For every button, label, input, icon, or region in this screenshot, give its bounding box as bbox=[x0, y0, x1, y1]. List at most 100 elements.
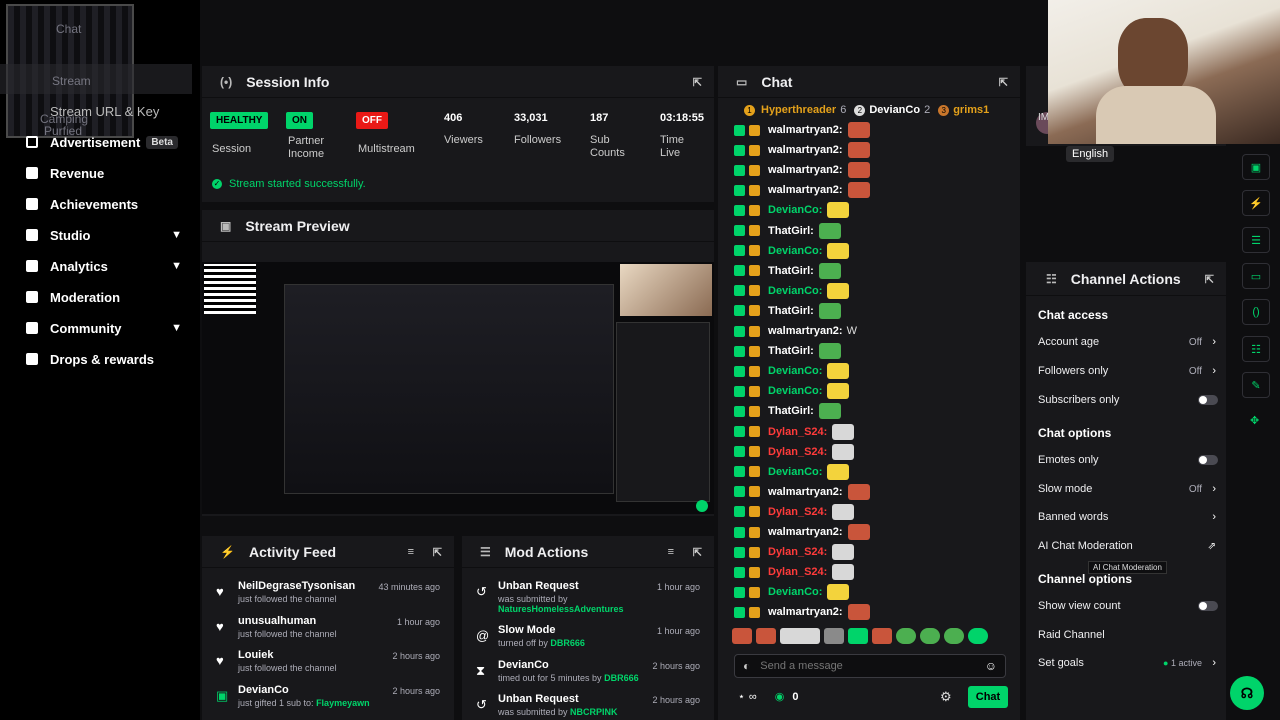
emote-icon[interactable] bbox=[780, 628, 820, 644]
chat-message[interactable]: Dylan_S24: bbox=[734, 442, 855, 462]
rail-preview-button[interactable]: ▣ bbox=[1242, 154, 1270, 180]
list-item[interactable]: ▣ DevianCo just gifted 1 sub to: Flaymey… bbox=[202, 682, 454, 716]
chat-username[interactable]: walmartryan2: bbox=[768, 164, 843, 176]
mod-target[interactable]: NBCRPINK bbox=[570, 707, 618, 717]
popout-icon[interactable]: ⇱ bbox=[1205, 273, 1214, 286]
sidebar-item-advertisement[interactable]: Advertisement Beta bbox=[0, 128, 200, 156]
chat-message[interactable]: DevianCo: bbox=[734, 281, 850, 301]
sidebar-item-community[interactable]: Community ▼ bbox=[0, 314, 200, 342]
chat-message[interactable]: walmartryan2: W bbox=[734, 321, 857, 341]
sidebar-item-achievements[interactable]: Achievements bbox=[0, 190, 200, 218]
emote-icon[interactable] bbox=[732, 628, 752, 644]
popout-icon[interactable]: ⇱ bbox=[693, 546, 702, 559]
chat-message[interactable]: ThatGirl: bbox=[734, 301, 841, 321]
rail-session-button[interactable]: () bbox=[1242, 299, 1270, 325]
list-item[interactable]: ↺ Unban Request was submitted by NBCRPIN… bbox=[462, 691, 714, 719]
emoji-icon[interactable]: ☺ bbox=[985, 659, 997, 673]
setting-ai-chat-moderation[interactable]: AI Chat Moderation ⇗ bbox=[1038, 536, 1218, 556]
popout-icon[interactable]: ⇱ bbox=[999, 76, 1008, 89]
sidebar-item-stream-url[interactable]: Stream URL & Key bbox=[50, 104, 159, 119]
rail-chat-button[interactable]: ▭ bbox=[1242, 263, 1270, 289]
chat-username[interactable]: walmartryan2: bbox=[768, 184, 843, 196]
chat-message[interactable]: DevianCo: bbox=[734, 361, 850, 381]
rail-tools-button[interactable]: ✎ bbox=[1242, 372, 1270, 398]
list-item[interactable]: @ Slow Mode turned off by DBR666 1 hour … bbox=[462, 622, 714, 656]
sidebar-item-moderation[interactable]: Moderation bbox=[0, 283, 200, 311]
chat-message[interactable]: Dylan_S24: bbox=[734, 542, 855, 562]
emote-icon[interactable] bbox=[872, 628, 892, 644]
setting-show-view-count[interactable]: Show view count bbox=[1038, 596, 1218, 616]
toggle-switch[interactable] bbox=[1198, 395, 1218, 405]
gear-icon[interactable]: ⚙ bbox=[940, 689, 952, 705]
chat-message-field[interactable] bbox=[760, 660, 985, 672]
infinity-icon[interactable]: ∞ bbox=[749, 691, 757, 703]
chat-username[interactable]: DevianCo: bbox=[768, 385, 822, 397]
popout-icon[interactable]: ⇱ bbox=[693, 76, 702, 89]
list-item[interactable]: ↺ Unban Request was submitted by NaturesH… bbox=[462, 578, 714, 614]
chat-username[interactable]: DevianCo: bbox=[768, 365, 822, 377]
popout-icon[interactable]: ⇱ bbox=[433, 546, 442, 559]
list-item[interactable]: ♥ NeilDegraseTysonisan just followed the… bbox=[202, 578, 454, 612]
chat-send-button[interactable]: Chat bbox=[968, 686, 1008, 708]
leader-name[interactable]: grims1 bbox=[953, 104, 989, 116]
chat-message[interactable]: Dylan_S24: bbox=[734, 502, 855, 522]
sidebar-item-drops-rewards[interactable]: Drops & rewards bbox=[0, 345, 200, 373]
mod-target[interactable]: DBR666 bbox=[604, 673, 639, 683]
chat-username[interactable]: walmartryan2: bbox=[768, 124, 843, 136]
chat-message[interactable]: walmartryan2: bbox=[734, 180, 870, 200]
list-item[interactable]: ♥ unusualhuman just followed the channel… bbox=[202, 613, 454, 647]
chat-username[interactable]: Dylan_S24: bbox=[768, 566, 827, 578]
chat-username[interactable]: walmartryan2: bbox=[768, 486, 843, 498]
chat-username[interactable]: walmartryan2: bbox=[768, 325, 843, 337]
emote-icon[interactable] bbox=[968, 628, 988, 644]
emote-icon[interactable] bbox=[896, 628, 916, 644]
language-tag[interactable]: English bbox=[1066, 146, 1115, 162]
emote-icon[interactable] bbox=[848, 628, 868, 644]
chat-message[interactable]: Dylan_S24: bbox=[734, 422, 855, 442]
setting-followers-only[interactable]: Followers only Off › bbox=[1038, 361, 1218, 381]
chat-username[interactable]: DevianCo: bbox=[768, 586, 822, 598]
list-item[interactable]: ♥ Louiek just followed the channel 2 hou… bbox=[202, 647, 454, 681]
chat-message[interactable]: ThatGirl: bbox=[734, 221, 841, 241]
chat-username[interactable]: Dylan_S24: bbox=[768, 446, 827, 458]
chat-message[interactable]: walmartryan2: bbox=[734, 522, 870, 542]
setting-banned-words[interactable]: Banned words › bbox=[1038, 507, 1218, 527]
chat-username[interactable]: ThatGirl: bbox=[768, 225, 814, 237]
emote-icon[interactable] bbox=[944, 628, 964, 644]
chat-username[interactable]: walmartryan2: bbox=[768, 606, 843, 618]
rail-activity-button[interactable]: ⚡ bbox=[1242, 190, 1270, 216]
setting-raid-channel[interactable]: Raid Channel bbox=[1038, 625, 1218, 645]
emote-icon[interactable] bbox=[756, 628, 776, 644]
rail-actions-button[interactable]: ☷ bbox=[1242, 336, 1270, 362]
chat-message[interactable]: DevianCo: bbox=[734, 462, 850, 482]
emote-icon[interactable] bbox=[824, 628, 844, 644]
leader-name[interactable]: DevianCo bbox=[869, 104, 920, 116]
chat-username[interactable]: Dylan_S24: bbox=[768, 426, 827, 438]
chat-username[interactable]: walmartryan2: bbox=[768, 144, 843, 156]
rail-mod-button[interactable]: ☰ bbox=[1242, 227, 1270, 253]
stream-video[interactable] bbox=[202, 262, 714, 514]
leader-name[interactable]: Hyperthreader bbox=[761, 104, 836, 116]
chat-username[interactable]: DevianCo: bbox=[768, 245, 822, 257]
chat-username[interactable]: DevianCo: bbox=[768, 285, 822, 297]
chat-username[interactable]: Dylan_S24: bbox=[768, 506, 827, 518]
sidebar-item-revenue[interactable]: Revenue bbox=[0, 159, 200, 187]
chat-message[interactable]: walmartryan2: bbox=[734, 160, 870, 180]
chat-message[interactable]: walmartryan2: bbox=[734, 140, 870, 160]
chat-message[interactable]: ThatGirl: bbox=[734, 261, 841, 281]
setting-set-goals[interactable]: Set goals ● 1 active › bbox=[1038, 653, 1218, 673]
chat-username[interactable]: walmartryan2: bbox=[768, 526, 843, 538]
chat-input[interactable]: ◐ ☺ bbox=[734, 654, 1006, 678]
list-item[interactable]: ⧗ DevianCo timed out for 5 minutes by DB… bbox=[462, 657, 714, 691]
chat-message[interactable]: walmartryan2: bbox=[734, 120, 870, 140]
chat-username[interactable]: ThatGirl: bbox=[768, 305, 814, 317]
toggle-switch[interactable] bbox=[1198, 455, 1218, 465]
chat-username[interactable]: ThatGirl: bbox=[768, 345, 814, 357]
filter-icon[interactable]: ≡ bbox=[408, 546, 414, 558]
setting-slow-mode[interactable]: Slow mode Off › bbox=[1038, 479, 1218, 499]
help-button[interactable]: ☊ bbox=[1230, 676, 1264, 710]
chat-message-list[interactable]: walmartryan2: walmartryan2: walmartryan2: w… bbox=[718, 120, 1020, 622]
add-widget-icon[interactable]: ✥ bbox=[1250, 414, 1259, 427]
chat-settings-icon[interactable]: ◐ bbox=[743, 659, 750, 673]
chat-message[interactable]: DevianCo: bbox=[734, 200, 850, 220]
